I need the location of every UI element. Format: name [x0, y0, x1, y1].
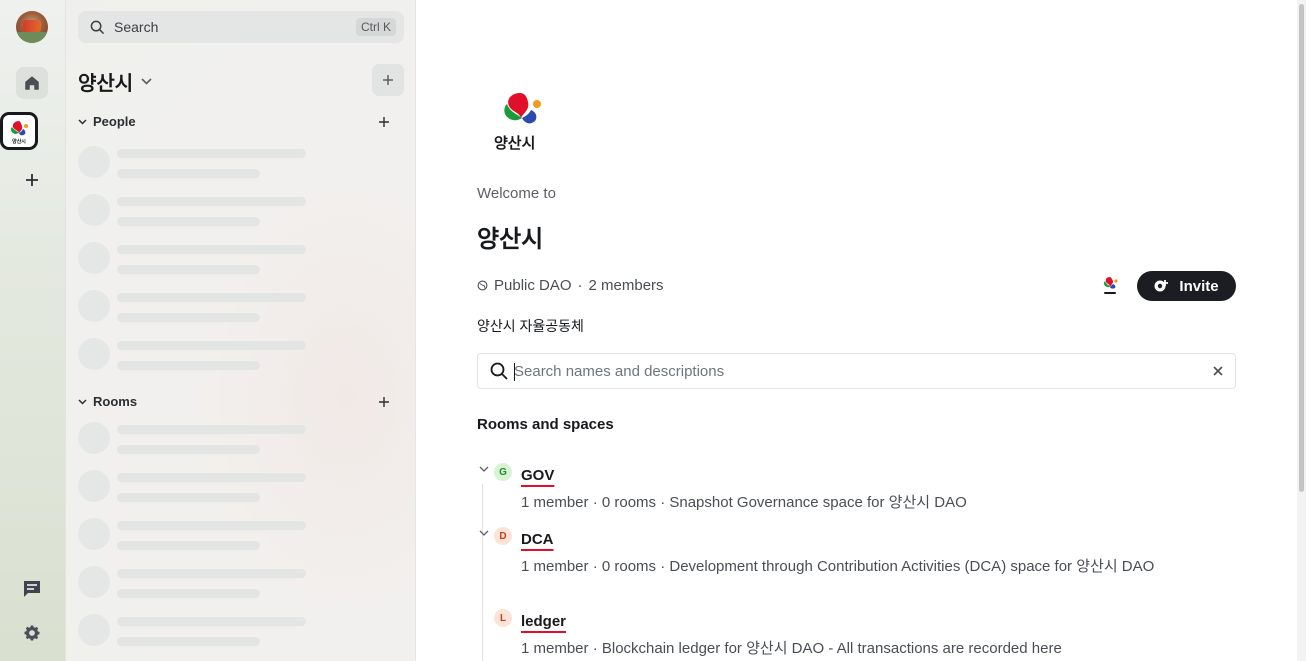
separator-dot: ·	[577, 277, 583, 294]
search-icon	[490, 362, 508, 380]
search-button[interactable]: Search Ctrl K	[78, 11, 404, 43]
invite-button[interactable]: Invite	[1137, 271, 1236, 301]
chevron-down-icon	[78, 118, 87, 125]
chats-button[interactable]	[16, 573, 48, 605]
loading-placeholder	[78, 422, 308, 458]
settings-button[interactable]	[16, 617, 48, 649]
member-count[interactable]: 2 members	[589, 277, 664, 294]
rooms-section-toggle[interactable]: Rooms	[78, 394, 137, 409]
people-section-toggle[interactable]: People	[78, 114, 136, 129]
home-button[interactable]	[16, 67, 48, 99]
scrollbar-thumb[interactable]	[1299, 4, 1304, 492]
chevron-down-icon[interactable]	[479, 465, 489, 473]
space-yangsan-button[interactable]: 양산시	[0, 112, 38, 150]
invite-label: Invite	[1179, 277, 1219, 295]
loading-placeholder	[78, 194, 308, 230]
gear-icon	[24, 625, 40, 641]
hierarchy-line	[482, 484, 483, 661]
loading-placeholder	[78, 470, 308, 506]
add-room-button[interactable]	[378, 395, 392, 409]
chevron-down-icon	[141, 78, 152, 85]
chevron-down-icon[interactable]	[479, 529, 489, 537]
room-avatar: D	[494, 527, 512, 545]
add-people-button[interactable]	[378, 115, 392, 129]
yangsan-logo-icon	[1103, 277, 1118, 294]
text-caret	[514, 363, 515, 381]
rooms-section-label: Rooms	[93, 394, 138, 409]
member-avatar[interactable]	[1099, 275, 1121, 297]
svg-text:양산시: 양산시	[12, 138, 26, 144]
space-meta: Public DAO · 2 members	[477, 277, 664, 294]
search-label: Search	[114, 19, 159, 35]
yangsan-logo-icon: 양산시	[11, 121, 28, 144]
loading-placeholder	[78, 518, 308, 554]
search-icon	[90, 20, 105, 34]
space-topic: 양산시 자율공동체	[477, 318, 584, 334]
room-filter-field[interactable]	[477, 353, 1236, 389]
plus-icon	[379, 397, 389, 407]
room-name[interactable]: DCA	[521, 531, 554, 548]
room-list-panel: Search Ctrl K 양산시 People Rooms	[66, 0, 416, 661]
user-avatar[interactable]	[16, 11, 48, 43]
rooms-and-spaces-heading: Rooms and spaces	[477, 416, 614, 433]
space-home: 양산시 Welcome to 양산시 Public DAO · 2 member…	[417, 0, 1297, 661]
page-title: 양산시	[477, 226, 544, 253]
chat-icon	[24, 581, 40, 597]
loading-placeholder	[78, 290, 308, 326]
loading-placeholder	[78, 146, 308, 182]
people-section-label: People	[93, 114, 136, 129]
scrollbar[interactable]	[1297, 0, 1306, 661]
space-name: 양산시	[78, 73, 134, 95]
globe-icon	[477, 280, 488, 291]
space-add-button[interactable]	[372, 64, 404, 96]
chevron-down-icon	[78, 398, 87, 405]
loading-placeholder	[78, 566, 308, 602]
room-filter-input[interactable]	[514, 362, 1194, 380]
loading-placeholder	[78, 338, 308, 374]
room-avatar: L	[494, 609, 512, 627]
room-name[interactable]: ledger	[521, 613, 566, 630]
room-description: 1 member · Blockchain ledger for 양산시 DAO…	[521, 640, 1062, 657]
room-avatar: G	[494, 463, 512, 481]
invite-user-icon	[1154, 280, 1169, 292]
room-name[interactable]: GOV	[521, 467, 554, 484]
space-name-dropdown[interactable]: 양산시	[78, 67, 152, 96]
close-icon[interactable]	[1211, 364, 1225, 378]
search-shortcut-badge: Ctrl K	[356, 18, 396, 36]
create-space-button[interactable]	[16, 164, 48, 196]
logo-text: 양산시	[494, 134, 536, 152]
visibility-label: Public DAO	[494, 277, 572, 294]
plus-icon	[383, 75, 393, 85]
room-description: 1 member · 0 rooms · Development through…	[521, 558, 1155, 575]
room-description: 1 member · 0 rooms · Snapshot Governance…	[521, 494, 967, 511]
plus-icon	[379, 117, 389, 127]
loading-placeholder	[78, 242, 308, 278]
welcome-text: Welcome to	[477, 185, 556, 202]
space-rail: 양산시	[0, 0, 66, 661]
home-icon	[25, 76, 39, 90]
loading-placeholder	[78, 614, 308, 650]
plus-icon	[26, 174, 38, 186]
